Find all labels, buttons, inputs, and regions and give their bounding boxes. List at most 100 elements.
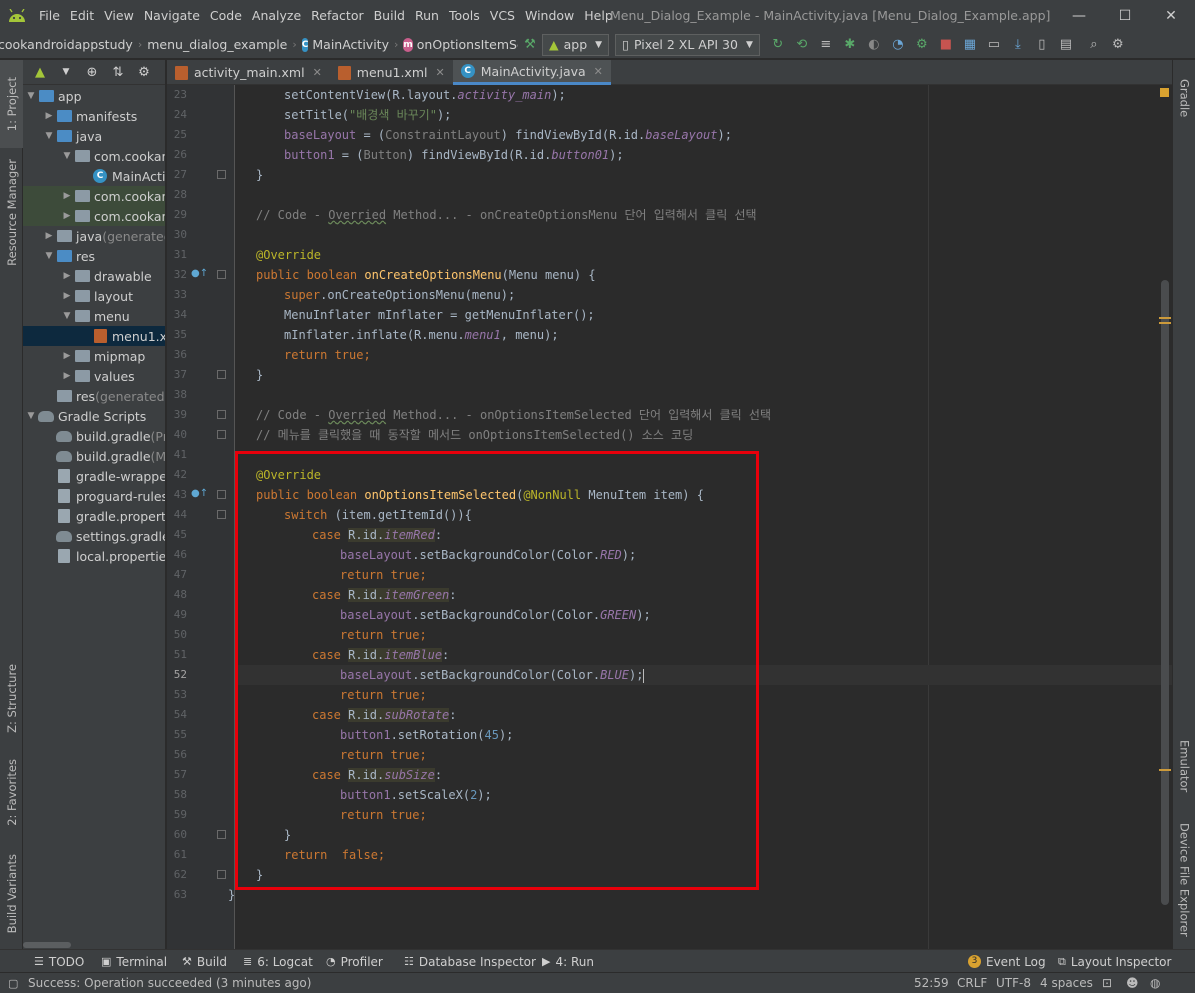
line-number[interactable]: 54 xyxy=(167,705,187,725)
fold-marker-icon[interactable] xyxy=(217,430,226,439)
attach-debugger-icon[interactable]: ◐ xyxy=(862,34,886,56)
line-number[interactable]: 43 xyxy=(167,485,187,505)
tree-item-gradle-scripts[interactable]: ▼ Gradle Scripts xyxy=(23,406,165,426)
override-marker-icon[interactable]: ●↑ xyxy=(191,488,208,499)
android-view-icon[interactable]: ▲ xyxy=(29,65,51,80)
coverage-icon[interactable]: ⚙ xyxy=(910,34,934,56)
line-number[interactable]: 29 xyxy=(167,205,187,225)
tool-run[interactable]: ▶ 4: Run xyxy=(542,950,594,973)
scrollbar-thumb[interactable] xyxy=(1161,280,1169,905)
line-number[interactable]: 60 xyxy=(167,825,187,845)
project-horizontal-scrollbar[interactable] xyxy=(23,941,165,949)
notifications-icon[interactable]: ◍ xyxy=(1150,973,1160,993)
line-number[interactable]: 48 xyxy=(167,585,187,605)
tab-resource-manager[interactable]: Resource Manager xyxy=(0,152,23,272)
line-number[interactable]: 38 xyxy=(167,385,187,405)
tree-item-gradle-wrapper[interactable]: gradle-wrapper.p xyxy=(23,466,165,486)
tool-layout-inspector[interactable]: ⧉ Layout Inspector xyxy=(1058,950,1171,973)
tree-item-menu1-xml[interactable]: menu1.xm xyxy=(23,326,165,346)
menu-code[interactable]: Code xyxy=(205,0,247,31)
close-tab-icon[interactable]: ✕ xyxy=(313,66,322,79)
line-separator[interactable]: CRLF xyxy=(957,973,987,993)
line-number[interactable]: 28 xyxy=(167,185,187,205)
status-message[interactable]: Success: Operation succeeded (3 minutes … xyxy=(28,973,311,993)
sdk-manager-icon[interactable]: ⤓ xyxy=(1006,34,1030,56)
collapse-all-icon[interactable]: ⇅ xyxy=(107,65,129,80)
tool-todo[interactable]: ☰ TODO xyxy=(34,950,84,973)
tab-emulator[interactable]: Emulator xyxy=(1173,730,1195,802)
tree-item-package-test[interactable]: ▶ com.cookand xyxy=(23,186,165,206)
line-number[interactable]: 39 xyxy=(167,405,187,425)
line-number[interactable]: 30 xyxy=(167,225,187,245)
tab-project[interactable]: 1: Project xyxy=(0,60,23,148)
tool-profiler[interactable]: ◔ Profiler xyxy=(326,950,383,973)
apply-code-changes-icon[interactable]: ≡ xyxy=(814,34,838,56)
tool-terminal[interactable]: ▣ Terminal xyxy=(101,950,167,973)
sync-gradle-icon[interactable]: ▦ xyxy=(958,34,982,56)
code-editor[interactable]: 23 24 25 26 27 28 29 30 31 32 33 34 35 36 37 38 39 40 41 42… xyxy=(167,85,1172,949)
line-number[interactable]: 55 xyxy=(167,725,187,745)
menu-build[interactable]: Build xyxy=(369,0,410,31)
menu-analyze[interactable]: Analyze xyxy=(247,0,306,31)
line-number[interactable]: 58 xyxy=(167,785,187,805)
close-tab-icon[interactable]: ✕ xyxy=(435,66,444,79)
line-number[interactable]: 42 xyxy=(167,465,187,485)
fold-marker-icon[interactable] xyxy=(217,270,226,279)
gear-icon[interactable]: ⚙ xyxy=(133,65,155,80)
settings-icon[interactable]: ⚙ xyxy=(1106,34,1130,56)
tab-favorites[interactable]: 2: Favorites xyxy=(0,750,23,835)
tool-logcat[interactable]: ≣ 6: Logcat xyxy=(243,950,313,973)
device-select[interactable]: ▯ Pixel 2 XL API 30 ▼ xyxy=(615,33,760,56)
stop-icon[interactable]: ■ xyxy=(934,34,958,56)
device-manager-icon[interactable]: ▯ xyxy=(1030,34,1054,56)
line-number[interactable]: 62 xyxy=(167,865,187,885)
override-marker-icon[interactable]: ●↑ xyxy=(191,268,208,279)
fold-marker-icon[interactable] xyxy=(217,870,226,879)
menu-file[interactable]: File xyxy=(34,0,65,31)
breadcrumb-project[interactable]: cookandroidappstudy xyxy=(0,37,133,52)
line-number[interactable]: 41 xyxy=(167,445,187,465)
menu-vcs[interactable]: VCS xyxy=(485,0,520,31)
tab-device-file-explorer[interactable]: Device File Explorer xyxy=(1173,815,1195,945)
minimize-button[interactable]: — xyxy=(1056,0,1102,31)
chevron-down-icon[interactable]: ▼ xyxy=(55,67,77,77)
line-number[interactable]: 44 xyxy=(167,505,187,525)
line-number[interactable]: 31 xyxy=(167,245,187,265)
line-number[interactable]: 33 xyxy=(167,285,187,305)
profile-icon[interactable]: ◔ xyxy=(886,34,910,56)
line-number[interactable]: 45 xyxy=(167,525,187,545)
tree-item-layout[interactable]: ▶ layout xyxy=(23,286,165,306)
tree-item-proguard[interactable]: proguard-rules.p xyxy=(23,486,165,506)
tree-item-values[interactable]: ▶ values xyxy=(23,366,165,386)
tree-item-settings-gradle[interactable]: settings.gradle ( xyxy=(23,526,165,546)
file-encoding[interactable]: UTF-8 xyxy=(996,973,1031,993)
menu-run[interactable]: Run xyxy=(410,0,444,31)
line-number[interactable]: 63 xyxy=(167,885,187,905)
fold-marker-icon[interactable] xyxy=(217,490,226,499)
tab-build-variants[interactable]: Build Variants xyxy=(0,844,23,944)
line-number[interactable]: 32 xyxy=(167,265,187,285)
run-config-select[interactable]: ▲ app ▼ xyxy=(542,33,610,56)
error-stripe-mark[interactable] xyxy=(1159,317,1171,319)
maximize-button[interactable]: ☐ xyxy=(1102,0,1148,31)
tool-windows-toggle-icon[interactable]: ▢ xyxy=(8,973,18,993)
menu-tools[interactable]: Tools xyxy=(444,0,485,31)
close-tab-icon[interactable]: ✕ xyxy=(594,65,603,78)
tree-item-drawable[interactable]: ▶ drawable xyxy=(23,266,165,286)
tab-mainactivity-java[interactable]: C MainActivity.java ✕ xyxy=(452,60,611,85)
breadcrumb-class[interactable]: MainActivity xyxy=(312,37,389,52)
tool-event-log[interactable]: 3 Event Log xyxy=(968,950,1046,973)
avd-manager-icon[interactable]: ▭ xyxy=(982,34,1006,56)
menu-view[interactable]: View xyxy=(99,0,139,31)
rerun-icon[interactable]: ↻ xyxy=(766,34,790,56)
fold-marker-icon[interactable] xyxy=(217,410,226,419)
editor-vertical-scrollbar[interactable] xyxy=(1158,85,1172,949)
menu-navigate[interactable]: Navigate xyxy=(139,0,205,31)
project-structure-icon[interactable]: ▤ xyxy=(1054,34,1078,56)
menu-window[interactable]: Window xyxy=(520,0,579,31)
line-number[interactable]: 26 xyxy=(167,145,187,165)
line-number[interactable]: 40 xyxy=(167,425,187,445)
line-number[interactable]: 52 xyxy=(167,665,187,685)
locate-icon[interactable]: ⊕ xyxy=(81,65,103,80)
tree-item-mainactivity[interactable]: C MainActiv xyxy=(23,166,165,186)
